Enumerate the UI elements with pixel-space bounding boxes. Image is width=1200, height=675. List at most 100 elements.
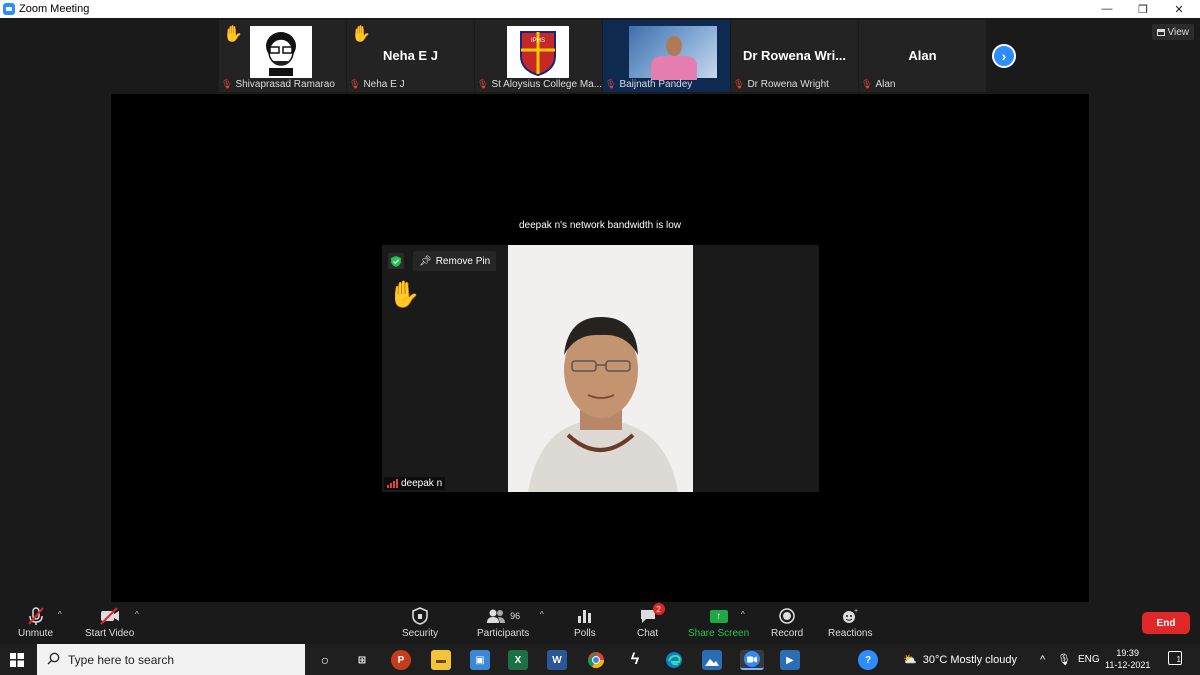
app-lightning-icon[interactable]: ϟ <box>625 650 645 670</box>
participant-strip: ✋ 🎙︎ Shivaprasad Ramarao ✋ Neha E J 🎙︎ N… <box>219 20 987 92</box>
pinned-video-feed <box>508 245 693 492</box>
raised-hand-icon: ✋ <box>388 279 421 309</box>
chevron-up-icon[interactable]: ^ <box>1040 644 1045 675</box>
task-view-icon[interactable]: ⊞ <box>352 650 372 670</box>
polls-label: Polls <box>574 628 596 639</box>
windows-taskbar: Type here to search ○ ⊞ P ▬ ▣ X W ϟ ▶ ? … <box>0 644 1200 675</box>
language-indicator[interactable]: ENG <box>1078 644 1100 675</box>
weather-widget[interactable]: ⛅ 30°C Mostly cloudy <box>903 644 1017 675</box>
record-label: Record <box>771 628 804 639</box>
clock-time: 19:39 <box>1116 648 1139 658</box>
file-explorer-icon[interactable]: ▬ <box>431 650 451 670</box>
partly-cloudy-icon: ⛅ <box>903 654 917 666</box>
chevron-right-icon: › <box>1001 48 1007 64</box>
record-icon <box>779 606 795 626</box>
unmute-button[interactable]: Unmute <box>18 606 53 639</box>
grid-icon <box>1156 28 1165 36</box>
windows-start-icon[interactable] <box>10 653 24 672</box>
cartoon-avatar-icon <box>266 32 296 76</box>
polls-button[interactable]: Polls <box>574 606 596 639</box>
participant-name: Shivaprasad Ramarao <box>235 79 335 90</box>
polls-icon <box>577 606 593 626</box>
audio-options-caret[interactable]: ^ <box>58 610 62 619</box>
excel-icon[interactable]: X <box>508 650 528 670</box>
next-page-button[interactable]: › <box>992 44 1016 68</box>
taskbar-search-input[interactable]: Type here to search <box>37 644 305 675</box>
powerpoint-icon[interactable]: P <box>391 650 411 670</box>
mic-muted-icon: 🎙︎ <box>861 79 873 89</box>
media-player-icon[interactable]: ▶ <box>780 650 800 670</box>
end-meeting-button[interactable]: End <box>1142 612 1190 634</box>
chat-button[interactable]: 2 Chat <box>637 603 665 639</box>
meeting-stage: View ✋ 🎙︎ Shivaprasad Ramarao ✋ Neha E J… <box>0 18 1200 602</box>
photos-icon[interactable] <box>702 650 722 670</box>
restore-button[interactable]: ❐ <box>1125 0 1161 18</box>
participant-tile[interactable]: Dr Rowena Wri... 🎙︎ Dr Rowena Wright <box>731 20 858 92</box>
word-icon[interactable]: W <box>547 650 567 670</box>
participant-tile[interactable]: Alan 🎙︎ Alan <box>859 20 986 92</box>
weather-label: 30°C Mostly cloudy <box>922 653 1017 666</box>
reactions-icon: + <box>841 606 859 626</box>
mic-muted-icon: 🎙︎ <box>349 79 361 89</box>
mic-muted-icon: 🎙︎ <box>477 79 489 89</box>
participant-tile[interactable]: IPHS 🎙︎ St Aloysius College Ma... <box>475 20 602 92</box>
participant-tile[interactable]: 🎙︎ Baijnath Pandey <box>603 20 730 92</box>
video-options-caret[interactable]: ^ <box>135 610 139 619</box>
edge-icon[interactable] <box>664 650 684 670</box>
participant-label: 🎙︎ Neha E J <box>349 79 405 90</box>
cortana-icon[interactable]: ○ <box>315 650 335 670</box>
participants-button[interactable]: 96 Participants <box>477 606 529 639</box>
help-icon[interactable]: ? <box>858 650 878 670</box>
pinned-video-tile[interactable]: 📌︎ Remove Pin ✋ deepak n <box>382 245 819 492</box>
search-icon <box>47 652 60 668</box>
security-button[interactable]: Security <box>402 606 438 639</box>
participant-label: 🎙︎ Dr Rowena Wright <box>733 79 829 90</box>
chat-label: Chat <box>637 628 659 639</box>
participant-tile[interactable]: ✋ Neha E J 🎙︎ Neha E J <box>347 20 474 92</box>
participants-icon: 96 <box>486 606 520 626</box>
participants-options-caret[interactable]: ^ <box>540 610 544 619</box>
security-label: Security <box>402 628 439 639</box>
shield-icon <box>412 606 428 626</box>
participants-label: Participants <box>477 628 530 639</box>
zoom-taskbar-icon[interactable] <box>740 650 764 670</box>
participant-name: Neha E J <box>363 79 405 90</box>
reactions-button[interactable]: + Reactions <box>828 606 872 639</box>
chat-icon: 2 <box>639 603 665 626</box>
svg-text:+: + <box>854 608 858 615</box>
record-button[interactable]: Record <box>771 606 803 639</box>
remove-pin-button[interactable]: 📌︎ Remove Pin <box>413 251 497 271</box>
window-title: Zoom Meeting <box>19 3 90 15</box>
pinned-participant-name: deepak n <box>401 478 443 489</box>
microphone-tray-icon[interactable]: 🎙︎ <box>1057 644 1071 675</box>
start-video-button[interactable]: Start Video <box>85 606 134 639</box>
share-screen-button[interactable]: ↑ Share Screen <box>688 606 749 639</box>
meeting-toolbar: Unmute ^ Start Video ^ Security 96 Parti… <box>0 602 1200 644</box>
participant-label: 🎙︎ Baijnath Pandey <box>605 79 692 90</box>
chrome-icon[interactable] <box>586 650 606 670</box>
mic-muted-icon: 🎙︎ <box>221 79 233 89</box>
participant-tile[interactable]: ✋ 🎙︎ Shivaprasad Ramarao <box>219 20 346 92</box>
clock-date: 11-12-2021 <box>1105 660 1151 670</box>
taskbar-clock[interactable]: 19:39 11-12-2021 <box>1105 647 1150 671</box>
pin-icon: 📌︎ <box>419 255 432 267</box>
avatar <box>250 26 312 78</box>
unmute-label: Unmute <box>18 628 54 639</box>
notification-center-icon[interactable]: 1 <box>1168 651 1182 665</box>
person-head <box>666 36 682 56</box>
pinned-participant-label: deepak n <box>384 477 446 490</box>
college-crest-icon: IPHS <box>520 31 556 76</box>
raised-hand-icon: ✋ <box>351 26 371 43</box>
raised-hand-icon: ✋ <box>223 26 243 43</box>
reactions-label: Reactions <box>828 628 873 639</box>
minimize-button[interactable]: — <box>1089 0 1125 18</box>
mail-app-icon[interactable]: ▣ <box>470 650 490 670</box>
remove-pin-label: Remove Pin <box>435 255 491 267</box>
notification-count: 1 <box>1176 655 1181 664</box>
view-button[interactable]: View <box>1151 24 1194 40</box>
search-placeholder: Type here to search <box>68 652 175 667</box>
participants-count: 96 <box>510 611 521 621</box>
participant-display-name: Neha E J <box>383 48 438 63</box>
close-button[interactable]: ✕ <box>1161 0 1197 18</box>
share-options-caret[interactable]: ^ <box>741 610 745 619</box>
